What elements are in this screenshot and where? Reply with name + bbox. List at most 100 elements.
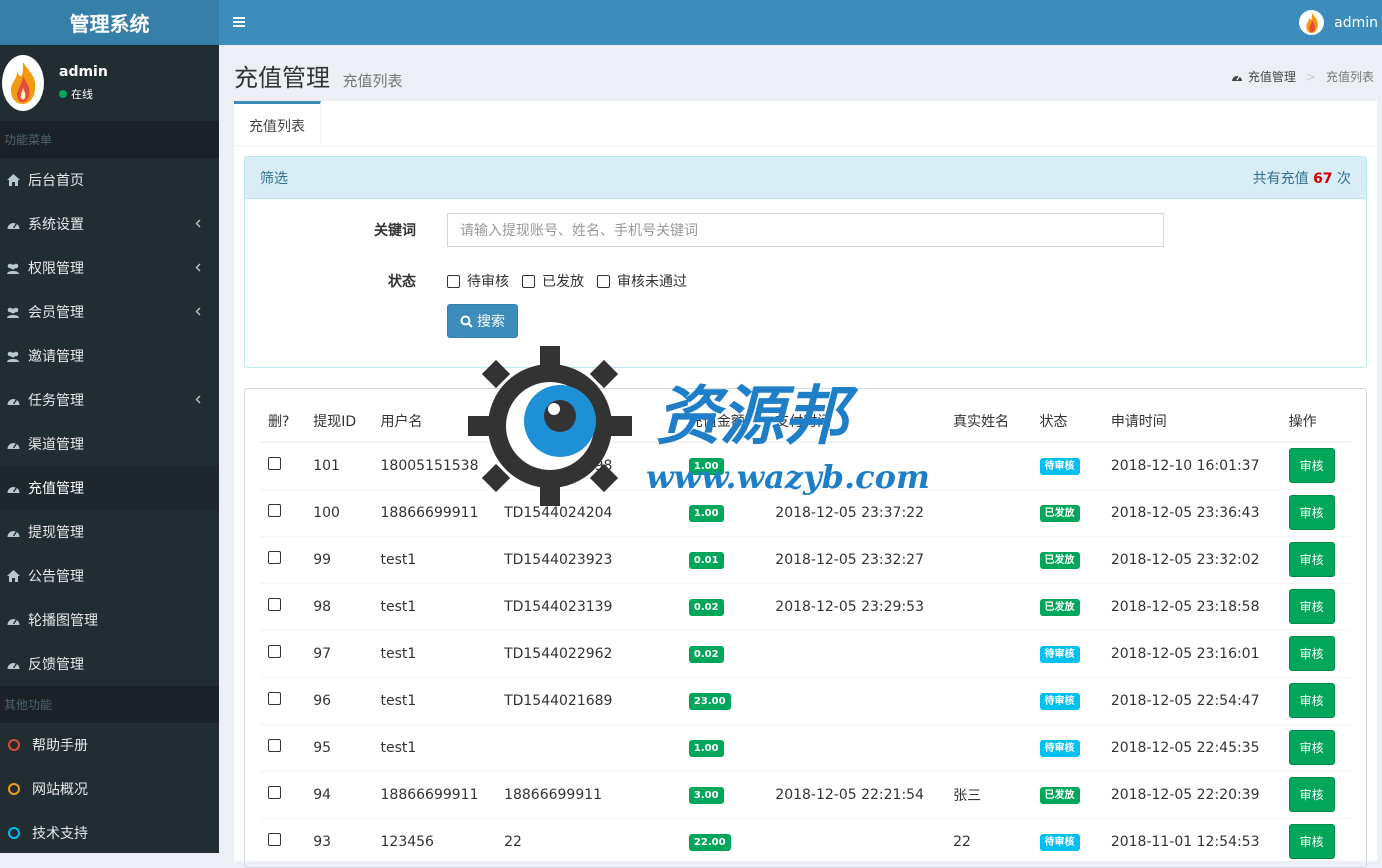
users-icon: [6, 261, 20, 275]
applytime-cell: 2018-12-05 23:32:02: [1102, 535, 1281, 583]
breadcrumb-home[interactable]: 充值管理: [1248, 68, 1296, 85]
content-header: 充值管理 充值列表 充值管理 > 充值列表: [234, 58, 1374, 98]
column-header: 账号: [496, 400, 681, 443]
status-badge: 待审核: [1039, 739, 1080, 757]
tab-bar: 充值列表: [234, 101, 1377, 146]
sidebar-item-4[interactable]: 邀请管理: [0, 334, 219, 378]
top-user-menu[interactable]: admin: [1299, 0, 1382, 45]
status-checkbox[interactable]: [447, 274, 460, 288]
recharge-table: 删? 提现ID 用户名 账号 充值金额 支付时间 真实姓名 状态 申请时间 操作 101 18005…: [260, 400, 1351, 865]
sidebar-other-item-1[interactable]: 网站概况: [0, 767, 219, 811]
count-value: 67: [1313, 170, 1333, 187]
row-checkbox[interactable]: [268, 833, 281, 847]
sidebar-item-label: 后台首页: [28, 173, 84, 189]
row-checkbox[interactable]: [268, 739, 281, 752]
review-button[interactable]: 审核: [1288, 542, 1335, 577]
app-logo[interactable]: 管理系统: [0, 0, 219, 45]
chevron-left-icon: [195, 217, 201, 231]
sidebar: 管理系统 admin 在线 功能菜单 后台首页 系统设置 权限管理 会员管理 邀请管理任…: [0, 0, 219, 853]
row-checkbox[interactable]: [268, 645, 281, 658]
account-cell: 18866699911: [496, 770, 681, 818]
sidebar-item-7[interactable]: 充值管理: [0, 466, 219, 510]
sidebar-item-0[interactable]: 后台首页: [0, 158, 219, 202]
account-cell: TD1544023923: [496, 535, 681, 583]
review-button[interactable]: 审核: [1288, 824, 1335, 860]
delete-cell: [260, 770, 306, 818]
sidebar-other-item-2[interactable]: 技术支持: [0, 811, 219, 855]
amount-badge: 1.00: [688, 739, 724, 757]
id-cell: 97: [305, 629, 373, 677]
amount-badge: 22.00: [688, 833, 731, 851]
row-checkbox[interactable]: [268, 692, 281, 705]
status-checkbox[interactable]: [522, 274, 535, 288]
sidebar-item-2[interactable]: 权限管理: [0, 246, 219, 290]
review-button[interactable]: 审核: [1288, 495, 1335, 530]
sidebar-other-label: 帮助手册: [32, 738, 88, 754]
username-cell: test1: [372, 535, 497, 583]
row-checkbox[interactable]: [268, 551, 281, 564]
dashboard-icon: [6, 525, 20, 539]
table-row: 99 test1 TD1544023923 0.01 2018-12-05 23:32:…: [260, 535, 1351, 583]
applytime-cell: 2018-12-10 16:01:37: [1102, 441, 1281, 489]
row-checkbox[interactable]: [268, 457, 281, 471]
account-cell: 22: [496, 817, 681, 865]
sidebar-item-8[interactable]: 提现管理: [0, 510, 219, 554]
sidebar-other-item-0[interactable]: 帮助手册: [0, 723, 219, 767]
circle-icon: [8, 783, 20, 795]
sidebar-menu: 后台首页系统设置 权限管理 会员管理 邀请管理 任务管理渠道管理充值管理 提现管理 公告管理…: [0, 158, 219, 686]
chevron-left-icon: [195, 305, 201, 319]
paytime-cell: [767, 676, 946, 724]
chevron-left-icon: [195, 261, 201, 275]
applytime-cell: 2018-12-05 23:16:01: [1102, 629, 1281, 677]
keyword-input[interactable]: 请输入提现账号、姓名、手机号关键词: [447, 213, 1164, 247]
row-checkbox[interactable]: [268, 598, 281, 611]
review-button[interactable]: 审核: [1288, 448, 1335, 484]
sidebar-item-10[interactable]: 轮播图管理: [0, 598, 219, 642]
status-badge: 待审核: [1039, 457, 1080, 475]
sidebar-item-5[interactable]: 任务管理: [0, 378, 219, 422]
status-badge: 已发放: [1039, 598, 1080, 616]
username-cell: test1: [372, 676, 497, 724]
sidebar-item-9[interactable]: 公告管理: [0, 554, 219, 598]
users-icon: [6, 349, 20, 363]
review-button[interactable]: 审核: [1288, 683, 1335, 718]
tab-recharge-list[interactable]: 充值列表: [234, 101, 321, 146]
table-header-row: 删? 提现ID 用户名 账号 充值金额 支付时间 真实姓名 状态 申请时间 操作: [260, 400, 1351, 443]
table-body: 101 18005151538 TD1544428898 1.00 待审核 2018-12…: [260, 441, 1351, 865]
realname-cell: [945, 488, 1032, 536]
review-button[interactable]: 审核: [1288, 636, 1335, 671]
id-cell: 98: [305, 582, 373, 630]
sidebar-item-1[interactable]: 系统设置: [0, 202, 219, 246]
status-option-0[interactable]: 待审核: [447, 271, 509, 291]
id-cell: 95: [305, 723, 373, 771]
realname-cell: [945, 676, 1032, 724]
sidebar-item-label: 渠道管理: [28, 437, 84, 453]
operation-cell: 审核: [1280, 441, 1351, 489]
search-button-label: 搜索: [477, 314, 505, 330]
review-button[interactable]: 审核: [1288, 730, 1335, 765]
flame-icon: [1305, 12, 1318, 33]
page-subtitle: 充值列表: [342, 72, 403, 90]
review-button[interactable]: 审核: [1288, 777, 1335, 812]
status-checkbox[interactable]: [597, 274, 610, 288]
status-option-2[interactable]: 审核未通过: [597, 271, 687, 291]
user-panel: admin 在线: [0, 45, 219, 121]
status-option-1[interactable]: 已发放: [522, 271, 584, 291]
sidebar-item-11[interactable]: 反馈管理: [0, 642, 219, 686]
applytime-cell: 2018-12-05 22:20:39: [1102, 770, 1281, 818]
sidebar-item-3[interactable]: 会员管理: [0, 290, 219, 334]
username-cell: 123456: [372, 817, 497, 865]
row-checkbox[interactable]: [268, 786, 281, 799]
circle-icon: [8, 827, 20, 839]
online-dot-icon: [59, 90, 67, 98]
account-cell: [496, 723, 681, 771]
menu-toggle-icon[interactable]: [233, 13, 247, 32]
row-checkbox[interactable]: [268, 504, 281, 517]
table-row: 94 18866699911 18866699911 3.00 2018-12-05 2…: [260, 770, 1351, 818]
operation-cell: 审核: [1280, 535, 1351, 583]
review-button[interactable]: 审核: [1288, 589, 1335, 624]
column-header: 提现ID: [305, 400, 373, 443]
sidebar-item-6[interactable]: 渠道管理: [0, 422, 219, 466]
search-button[interactable]: 搜索: [447, 304, 518, 338]
amount-badge: 0.01: [688, 551, 724, 569]
